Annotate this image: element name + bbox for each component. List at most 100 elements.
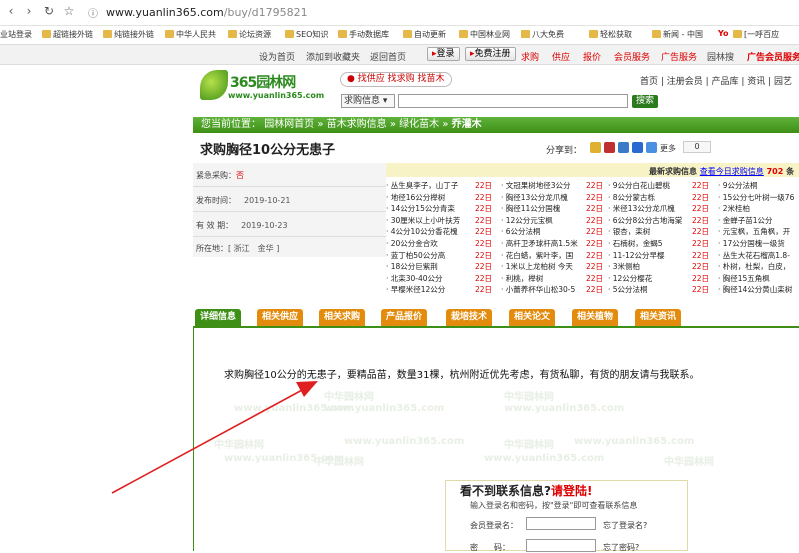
nav-search[interactable]: 园林搜: [707, 50, 734, 63]
buy-list-date: 22日: [586, 215, 604, 225]
qzone-icon[interactable]: [590, 142, 601, 153]
buy-list-item[interactable]: · 30厘米以上小叶扶芳: [386, 216, 473, 226]
buy-list-item[interactable]: · 11-12公分早樱: [608, 251, 690, 261]
bookmark-item[interactable]: 中华人民共: [165, 29, 216, 40]
tab-detail[interactable]: 详细信息: [195, 309, 242, 326]
today-buy-link[interactable]: 查看今日求购信息: [700, 167, 764, 176]
bookmark-item[interactable]: 纯链接外链: [103, 29, 154, 40]
buy-list-item[interactable]: · 胸径14公分黄山栾树: [718, 285, 799, 295]
tab-plants[interactable]: 相关植物: [572, 309, 619, 326]
tab-papers[interactable]: 相关论文: [509, 309, 556, 326]
buy-list-item[interactable]: · 石楠树，金蝎5: [608, 239, 690, 249]
search-type-select[interactable]: 求购信息 ▾: [341, 94, 395, 108]
reload-icon[interactable]: ↻: [42, 4, 56, 18]
nav-member[interactable]: 会员服务: [614, 50, 650, 63]
buy-list-item[interactable]: · 9公分白花山碧桃: [608, 181, 690, 191]
buy-list-item[interactable]: · 8公分蒙古栎: [608, 193, 690, 203]
buy-list-item[interactable]: · 蓝丁柏50公分高: [386, 251, 473, 261]
buy-list-item[interactable]: · 4公分10公分香花槐: [386, 227, 473, 237]
bookmark-item[interactable]: SEO知识: [285, 29, 328, 40]
back-icon[interactable]: ‹: [4, 4, 18, 18]
buy-list-item[interactable]: · 北栾30-40公分: [386, 274, 473, 284]
buy-list-item[interactable]: · 高杆卫矛球杆高1.5米: [501, 239, 584, 249]
buy-list-item[interactable]: · 6公分8公分古地海棠: [608, 216, 690, 226]
tab-news[interactable]: 相关资讯: [635, 309, 682, 326]
buy-list-item[interactable]: · 18公分巨紫荆: [386, 262, 473, 272]
bookmark-item[interactable]: 八大免费: [521, 29, 564, 40]
register-button[interactable]: ▸免费注册: [465, 47, 516, 61]
forgot-username-link[interactable]: 忘了登录名?: [603, 520, 647, 531]
tab-supply[interactable]: 相关供应: [257, 309, 304, 326]
buy-list-item[interactable]: · 朴树，杜梨，白皮，: [718, 262, 799, 272]
set-homepage-link[interactable]: 设为首页: [259, 50, 295, 63]
bookmark-item[interactable]: [一呼百应: [733, 29, 779, 40]
breadcrumb-item[interactable]: 乔灌木: [452, 119, 482, 130]
buy-list-item[interactable]: · 17公分国槐一级货: [718, 239, 799, 249]
buy-list-item[interactable]: · 利桃，榉树: [501, 274, 584, 284]
nav-buy[interactable]: 求购: [521, 50, 539, 63]
bookmark-item[interactable]: 手动数据库: [338, 29, 389, 40]
buy-list-item[interactable]: · 胸径11公分国槐: [501, 204, 584, 214]
buy-list-item[interactable]: · 小蕾养杯华山松30-5: [501, 285, 584, 295]
tab-buy[interactable]: 相关求购: [319, 309, 366, 326]
back-home-link[interactable]: 返回首页: [370, 50, 406, 63]
buy-list-item[interactable]: · 1米以上龙柏树 今天: [501, 262, 584, 272]
nav-ad-member[interactable]: 广告会员服务: [747, 50, 799, 63]
buy-list-item[interactable]: · 12公分元宝枫: [501, 216, 584, 226]
nav-supply[interactable]: 供应: [552, 50, 570, 63]
forward-icon[interactable]: ›: [22, 4, 36, 18]
password-input[interactable]: [526, 539, 596, 552]
address-bar[interactable]: ⓘ www.yuanlin365.com/buy/d1795821: [88, 4, 799, 22]
buy-list-item[interactable]: · 6公分法桐: [501, 227, 584, 237]
buy-list-item[interactable]: · 胸径15五角枫: [718, 274, 799, 284]
nav-price[interactable]: 报价: [583, 50, 601, 63]
buy-list-item[interactable]: · 20公分金合欢: [386, 239, 473, 249]
bookmark-item[interactable]: 超链接外链: [42, 29, 93, 40]
bookmark-star-icon[interactable]: ☆: [62, 4, 76, 18]
buy-list-item[interactable]: · 米径13公分龙爪槐: [608, 204, 690, 214]
right-nav[interactable]: 首页 | 注册会员 | 产品库 | 资讯 | 园艺: [640, 74, 792, 87]
bookmark-item[interactable]: 自动更新: [403, 29, 446, 40]
buy-list-item[interactable]: · 2米桂柏: [718, 204, 799, 214]
bookmark-item[interactable]: 论坛资源: [228, 29, 271, 40]
buy-list-item[interactable]: · 文冠果树地径3公分: [501, 181, 584, 191]
bookmark-item[interactable]: 业站登录: [0, 29, 32, 40]
buy-list-item[interactable]: · 12公分樱花: [608, 274, 690, 284]
bookmark-item[interactable]: 中国林业网: [459, 29, 510, 40]
search-button[interactable]: 搜索: [632, 95, 658, 108]
forgot-password-link[interactable]: 忘了密码?: [603, 542, 639, 553]
tab-tech[interactable]: 栽培技术: [446, 309, 493, 326]
bookmark-item[interactable]: 轻松获取: [589, 29, 632, 40]
buy-list-item[interactable]: · 早樱米径12公分: [386, 285, 473, 295]
buy-list-item[interactable]: · 花白蜡，紫叶李，国: [501, 251, 584, 261]
buy-list-item[interactable]: · 地径16公分榉树: [386, 193, 473, 203]
weibo-icon[interactable]: [604, 142, 615, 153]
qq-icon[interactable]: [618, 142, 629, 153]
buy-list-item[interactable]: · 丛生臭李子，山丁子: [386, 181, 473, 191]
buy-list-item[interactable]: · 3米侧柏: [608, 262, 690, 272]
tab-price[interactable]: 产品报价: [381, 309, 428, 326]
site-logo[interactable]: 365园林网 www.yuanlin365.com: [200, 70, 324, 106]
buy-list-item[interactable]: · 金蝉子苗1公分: [718, 216, 799, 226]
breadcrumb-item[interactable]: 绿化苗木: [399, 119, 439, 130]
buy-list-item[interactable]: · 银杏，栾树: [608, 227, 690, 237]
bookmark-item[interactable]: Yo: [718, 29, 729, 38]
share-more[interactable]: 更多: [660, 143, 676, 154]
breadcrumb-item[interactable]: 苗木求购信息: [327, 119, 387, 130]
bookmark-item[interactable]: 新闻 - 中国: [652, 29, 703, 40]
buy-list-item[interactable]: · 胸径13公分龙爪槐: [501, 193, 584, 203]
nav-ad[interactable]: 广告服务: [661, 50, 697, 63]
add-favorite-link[interactable]: 添加到收藏夹: [306, 50, 360, 63]
renren-icon[interactable]: [632, 142, 643, 153]
buy-list-item[interactable]: · 5公分法桐: [608, 285, 690, 295]
buy-list-item[interactable]: · 15公分七叶树一级76: [718, 193, 799, 203]
breadcrumb-item[interactable]: 园林网首页: [264, 119, 314, 130]
buy-list-item[interactable]: · 丛生大花石榴高1.8-: [718, 251, 799, 261]
more-share-icon[interactable]: [646, 142, 657, 153]
buy-list-item[interactable]: · 元宝枫，五角枫，开: [718, 227, 799, 237]
username-input[interactable]: [526, 517, 596, 530]
buy-list-item[interactable]: · 9公分法桐: [718, 181, 799, 191]
search-input[interactable]: [398, 94, 628, 108]
login-button[interactable]: ▸登录: [427, 47, 460, 61]
buy-list-item[interactable]: · 14公分15公分青栾: [386, 204, 473, 214]
